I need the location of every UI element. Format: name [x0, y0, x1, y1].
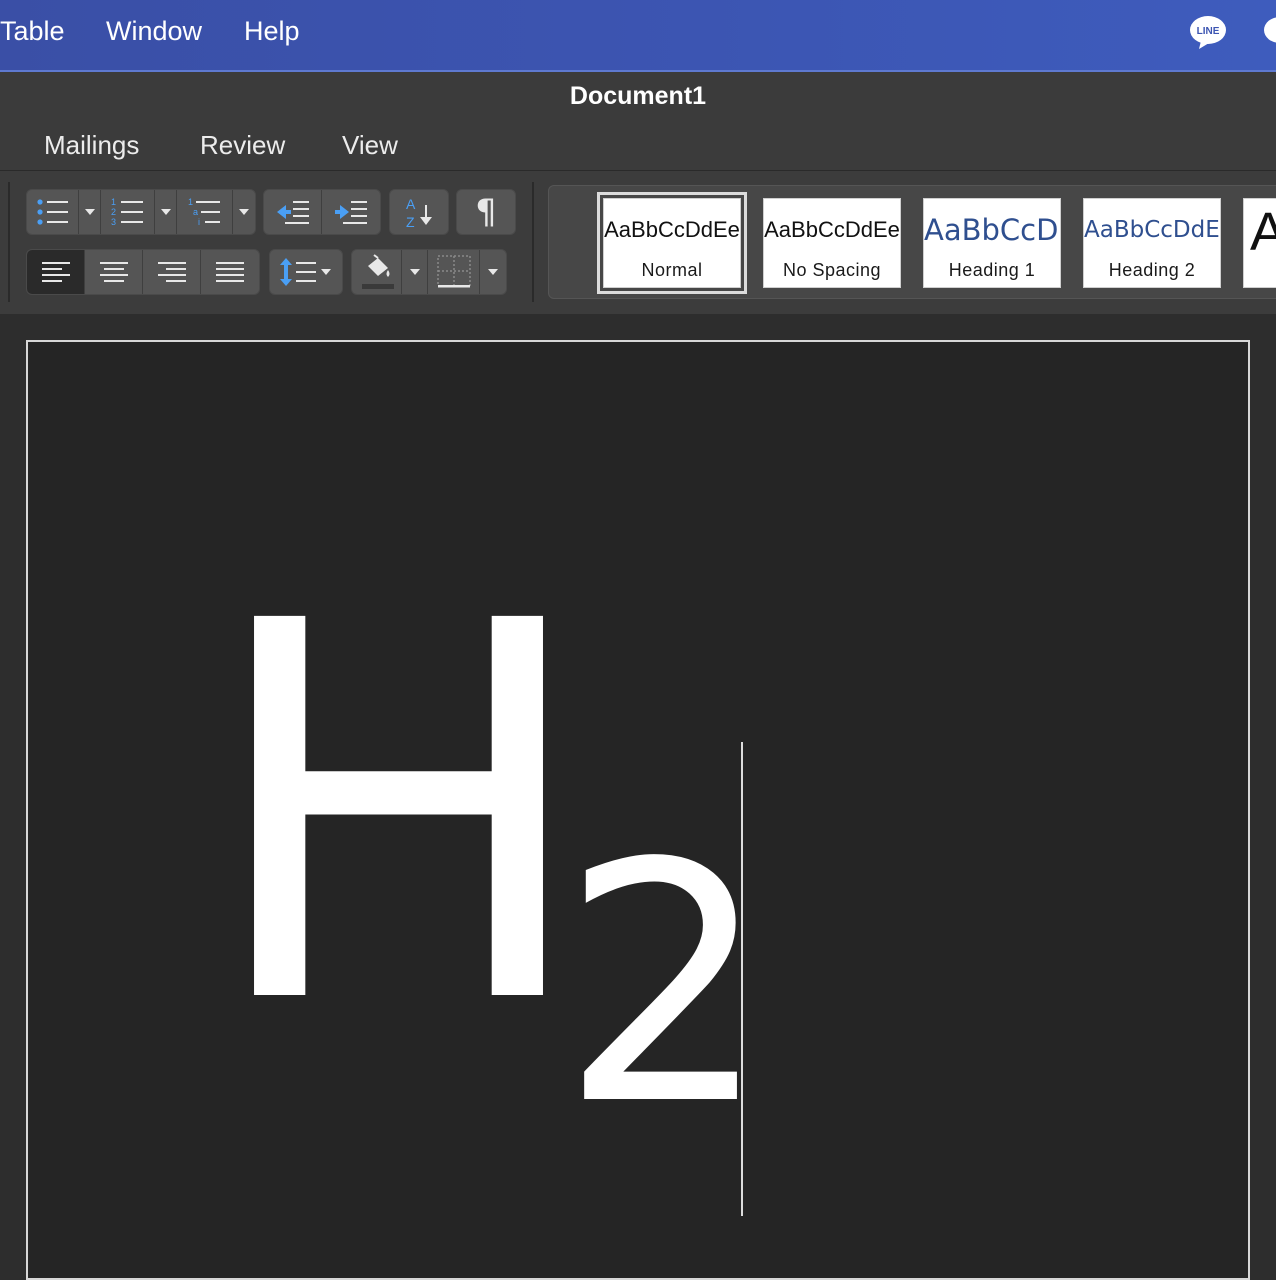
chevron-down-icon: [160, 209, 171, 215]
window-title-bar: Document1: [0, 72, 1276, 120]
menu-help[interactable]: Help: [244, 16, 300, 47]
show-formatting-button[interactable]: ¶: [457, 190, 515, 234]
styles-gallery: AaBbCcDdEe Normal AaBbCcDdEe No Spacing …: [548, 185, 1276, 299]
style-sample: AaBbCcDdEe: [1084, 217, 1220, 243]
svg-text:Z: Z: [406, 214, 415, 229]
align-right-button[interactable]: [143, 250, 201, 294]
style-label: Heading 2: [1108, 260, 1196, 280]
ribbon-separator: [8, 182, 10, 302]
bullets-icon: [36, 199, 68, 225]
decrease-indent-icon: [276, 201, 309, 224]
document-text-h[interactable]: H: [203, 555, 594, 1075]
justify-icon: [216, 262, 244, 282]
line-app-icon[interactable]: LINE: [1189, 14, 1227, 50]
tab-review[interactable]: Review: [200, 130, 285, 161]
svg-text:1: 1: [188, 197, 193, 207]
sort-button-group: A Z: [389, 189, 449, 235]
svg-text:3: 3: [111, 217, 116, 227]
shading-borders-group: [351, 249, 507, 295]
show-formatting-group: ¶: [456, 189, 516, 235]
style-title[interactable]: A: [1243, 198, 1276, 288]
chevron-down-icon: [409, 269, 420, 275]
borders-button[interactable]: [428, 250, 480, 294]
align-left-button[interactable]: [27, 250, 85, 294]
align-center-icon: [99, 262, 128, 282]
decrease-indent-button[interactable]: [264, 190, 322, 234]
svg-text:A: A: [406, 196, 416, 212]
pilcrow-icon: ¶: [475, 192, 497, 232]
svg-text:i: i: [198, 217, 200, 227]
style-sample: A: [1250, 202, 1276, 262]
document-title: Document1: [569, 82, 707, 110]
bullets-dropdown[interactable]: [79, 190, 101, 234]
sort-icon: A Z: [406, 196, 432, 229]
style-label: Heading 1: [948, 260, 1036, 280]
shading-icon: [361, 254, 394, 289]
multilevel-list-button[interactable]: 1 a i: [177, 190, 233, 234]
style-normal[interactable]: AaBbCcDdEe Normal: [597, 192, 747, 294]
shading-button[interactable]: [352, 250, 402, 294]
chevron-down-icon: [488, 269, 498, 275]
document-text-subscript[interactable]: 2: [560, 820, 770, 1150]
style-heading-2[interactable]: AaBbCcDdEe Heading 2: [1083, 198, 1221, 288]
borders-dropdown[interactable]: [480, 250, 506, 294]
multilevel-list-icon: 1 a i: [188, 197, 220, 227]
style-no-spacing[interactable]: AaBbCcDdEe No Spacing: [763, 198, 901, 288]
svg-text:a: a: [193, 207, 198, 217]
tab-view[interactable]: View: [342, 130, 398, 161]
borders-icon: [436, 255, 471, 288]
style-sample: AaBbCcDc: [924, 213, 1060, 247]
svg-text:1: 1: [111, 197, 116, 207]
numbering-button[interactable]: 1 2 3: [101, 190, 155, 234]
style-sample: AaBbCcDdEe: [764, 217, 900, 242]
justify-button[interactable]: [201, 250, 259, 294]
svg-text:2: 2: [111, 207, 116, 217]
multilevel-list-dropdown[interactable]: [233, 190, 255, 234]
sort-button[interactable]: A Z: [390, 190, 448, 234]
align-right-icon: [157, 262, 186, 282]
increase-indent-button[interactable]: [322, 190, 380, 234]
svg-text:LINE: LINE: [1197, 26, 1220, 37]
speech-bubble-icon[interactable]: [1262, 14, 1276, 50]
align-left-icon: [41, 262, 70, 282]
numbering-dropdown[interactable]: [155, 190, 177, 234]
shading-dropdown[interactable]: [402, 250, 428, 294]
list-buttons-group: 1 2 3 1 a i: [26, 189, 256, 235]
style-sample: AaBbCcDdEe: [604, 217, 740, 242]
ribbon-tabs: Mailings Review View: [0, 120, 1276, 171]
ribbon-separator: [532, 182, 534, 302]
tab-mailings[interactable]: Mailings: [44, 130, 139, 161]
style-label: No Spacing: [782, 260, 882, 280]
increase-indent-icon: [335, 201, 367, 224]
system-menu-bar: Table Window Help LINE: [0, 0, 1276, 72]
alignment-group: [26, 249, 260, 295]
line-spacing-icon: [280, 258, 331, 286]
bullets-button[interactable]: [27, 190, 79, 234]
text-cursor: [741, 742, 743, 1216]
chevron-down-icon: [239, 209, 249, 215]
align-center-button[interactable]: [85, 250, 143, 294]
style-heading-1[interactable]: AaBbCcDc Heading 1: [923, 198, 1061, 288]
style-label: Normal: [641, 260, 703, 280]
chevron-down-icon: [84, 209, 95, 215]
menu-window[interactable]: Window: [106, 16, 202, 47]
line-spacing-button[interactable]: [270, 250, 342, 294]
line-spacing-group: [269, 249, 343, 295]
numbering-icon: 1 2 3: [111, 197, 143, 227]
indent-buttons-group: [263, 189, 381, 235]
menu-table[interactable]: Table: [0, 16, 65, 47]
